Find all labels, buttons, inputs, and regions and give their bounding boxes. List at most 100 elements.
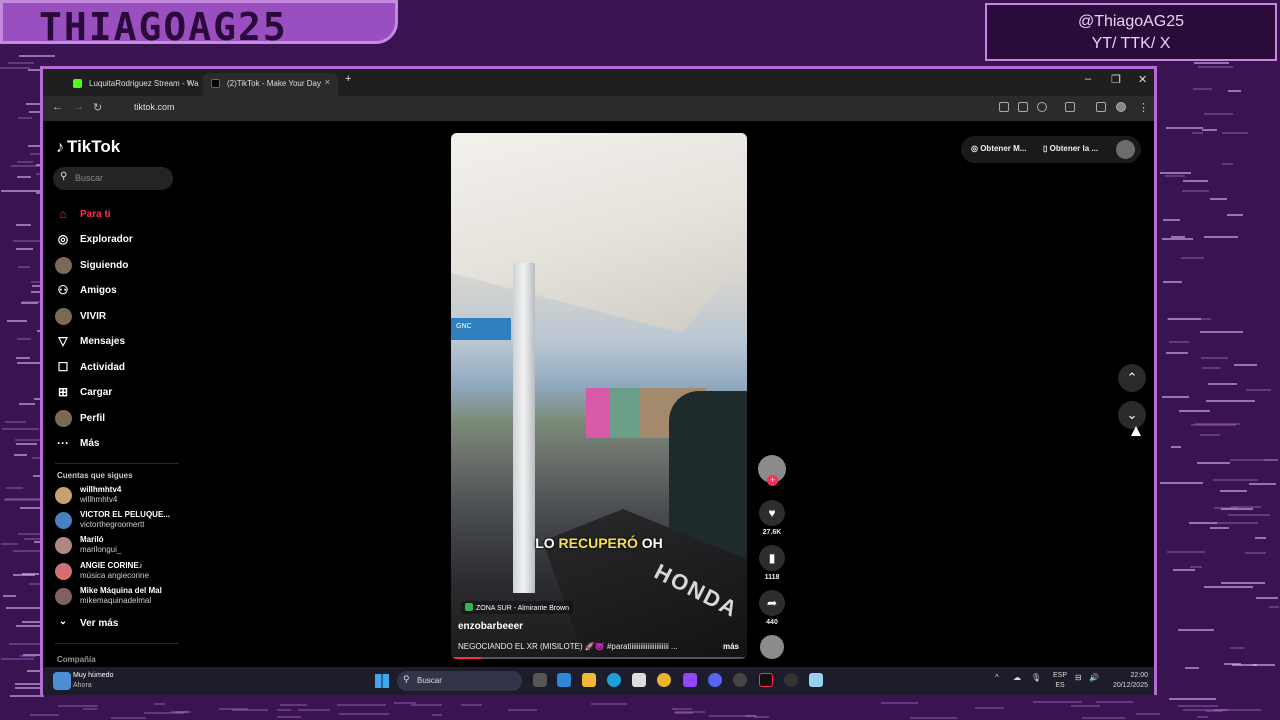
tiktok-logo[interactable]: ♪ TikTok [56,137,120,157]
address-bar[interactable]: tiktok.com [134,102,175,112]
discord-icon[interactable] [708,673,722,687]
banner-name: THIAGOAG25 [39,5,288,49]
twitch-icon[interactable] [683,673,697,687]
browser-window: LuquitaRodriguez Stream - Wa × (2)TikTok… [40,66,1157,695]
onedrive-icon[interactable]: ☁ [1013,673,1021,682]
upload-icon: ⊞ [57,385,69,399]
share-button[interactable]: ➦ 440 [757,590,787,626]
tiktok-app-icon[interactable] [759,673,773,687]
compass-icon: ◎ [57,232,69,246]
account-name: willhmhtv4 [80,485,122,494]
clock[interactable]: 22:00 20/12/2025 [1108,671,1148,691]
heart-icon: ♥ [759,500,785,526]
translate-icon[interactable] [1018,102,1028,112]
account-handle: marilongui_ [80,545,122,554]
menu-kebab-icon[interactable]: ⋮ [1138,101,1149,114]
share-count: 440 [766,619,778,626]
streamer-banner: THIAGOAG25 [0,0,398,49]
video-player[interactable]: GNC HONDA LO RECUPERÓ OH ZONA SUR - Almi… [451,133,747,659]
video-caption: LO RECUPERÓ OH [535,535,663,551]
new-tab-button[interactable]: + [345,73,351,85]
social-platforms: YT/ TTK/ X [1091,35,1171,52]
restore-button[interactable]: ❐ [1111,73,1121,86]
more-link[interactable]: más [723,642,739,651]
user-avatar[interactable] [1116,140,1135,159]
tray-chevron-icon[interactable]: ^ [995,673,999,682]
home-icon: ⌂ [59,207,67,221]
social-handle: @ThiagoAG25 [1077,13,1185,30]
video-canopy [451,133,747,333]
taskbar-search[interactable]: ⚲ Buscar [397,671,522,691]
close-tab-icon[interactable]: × [187,77,192,87]
followed-account[interactable]: Mike Máquina del Mal mikemaquinadelmal [55,586,195,608]
avatar [55,512,72,529]
creator-avatar-button[interactable]: + [757,455,787,486]
followed-account[interactable]: ANGIE CORINE♪ música angiecorine [55,561,195,583]
video-progress-bar[interactable] [451,657,747,659]
account-handle: willhmhtv4 [80,495,118,504]
share-icon: ➦ [759,590,785,616]
save-count: 1118 [764,574,780,581]
tiktok-page: ♪ TikTok ⚲ Buscar ⌂ Para ti ◎ Explorador Sigu… [43,121,1154,667]
like-button[interactable]: ♥ 27.6K [757,500,787,536]
search-icon: ⚲ [60,171,68,182]
scroll-down-button[interactable]: ⌄ [1118,401,1146,429]
avatar [55,588,72,605]
tab-tiktok[interactable]: (2)TikTok - Make Your Day × [203,73,338,96]
media-icon[interactable] [1096,102,1106,112]
extensions-icon[interactable] [1065,102,1075,112]
save-button[interactable]: ▮ 1118 [757,545,787,581]
profile-avatar-icon[interactable] [1116,102,1126,112]
followed-account[interactable]: VICTOR EL PELUQUE... victorthegroomertt [55,510,195,532]
mouse-cursor-icon [1131,426,1141,436]
get-app-button[interactable]: ▯ Obtener la ... [1043,144,1098,153]
follow-plus-icon[interactable]: + [767,475,778,486]
copilot-icon[interactable] [557,673,571,687]
minimize-button[interactable]: – [1085,73,1091,85]
language-indicator[interactable]: ESP ES [1053,671,1067,691]
forward-button[interactable]: → [73,101,84,113]
bookmark-icon: ▮ [759,545,785,571]
weather-icon[interactable] [53,672,71,690]
task-view-icon[interactable] [533,673,547,687]
avatar [55,537,72,554]
app-icon[interactable] [784,673,798,687]
company-link[interactable]: Compañía [57,655,96,664]
top-actions-bar: ◎ Obtener M... ▯ Obtener la ... [961,136,1141,163]
chevron-down-icon: ⌄ [58,616,68,627]
network-icon[interactable]: ⊟ [1075,673,1082,682]
account-name: ANGIE CORINE♪ [80,561,143,570]
following-title: Cuentas que sigues [57,471,133,480]
followed-account[interactable]: Mariló marilongui_ [55,535,195,557]
scroll-up-button[interactable]: ⌃ [1118,364,1146,392]
bookmark-star-icon[interactable] [1037,102,1047,112]
cast-icon[interactable] [999,102,1009,112]
reload-button[interactable]: ↻ [93,101,102,114]
weather-title: Muy húmedo [73,672,114,679]
edge-icon[interactable] [607,673,621,687]
divider [55,463,179,464]
followed-account[interactable]: willhmhtv4 willhmhtv4 [55,485,195,507]
file-explorer-icon[interactable] [582,673,596,687]
creator-avatar: + [758,455,786,486]
search-icon: ⚲ [403,674,410,684]
obs-icon[interactable] [733,673,747,687]
get-coins-button[interactable]: ◎ Obtener M... [971,144,1026,153]
close-window-button[interactable]: ✕ [1138,73,1147,86]
location-tag[interactable]: ZONA SUR - Almirante Brown [461,601,573,614]
app-icon[interactable] [809,673,823,687]
close-tab-icon[interactable]: × [325,77,330,87]
search-input[interactable]: ⚲ Buscar [53,167,173,190]
progress-fill [451,657,481,659]
windows-start-icon[interactable] [375,674,389,688]
chrome-icon[interactable] [657,673,671,687]
tab-kick-stream[interactable]: LuquitaRodriguez Stream - Wa × [65,73,200,96]
tiktok-logo-icon: ♪ [56,139,64,156]
microphone-icon[interactable]: 🎙 [1031,673,1041,682]
volume-icon[interactable]: 🔊 [1089,673,1099,682]
back-button[interactable]: ← [52,101,63,113]
tab-label: LuquitaRodriguez Stream - Wa [89,79,199,88]
store-icon[interactable] [632,673,646,687]
video-author[interactable]: enzobarbeeer [458,621,523,632]
sound-disc-button[interactable] [757,635,787,659]
